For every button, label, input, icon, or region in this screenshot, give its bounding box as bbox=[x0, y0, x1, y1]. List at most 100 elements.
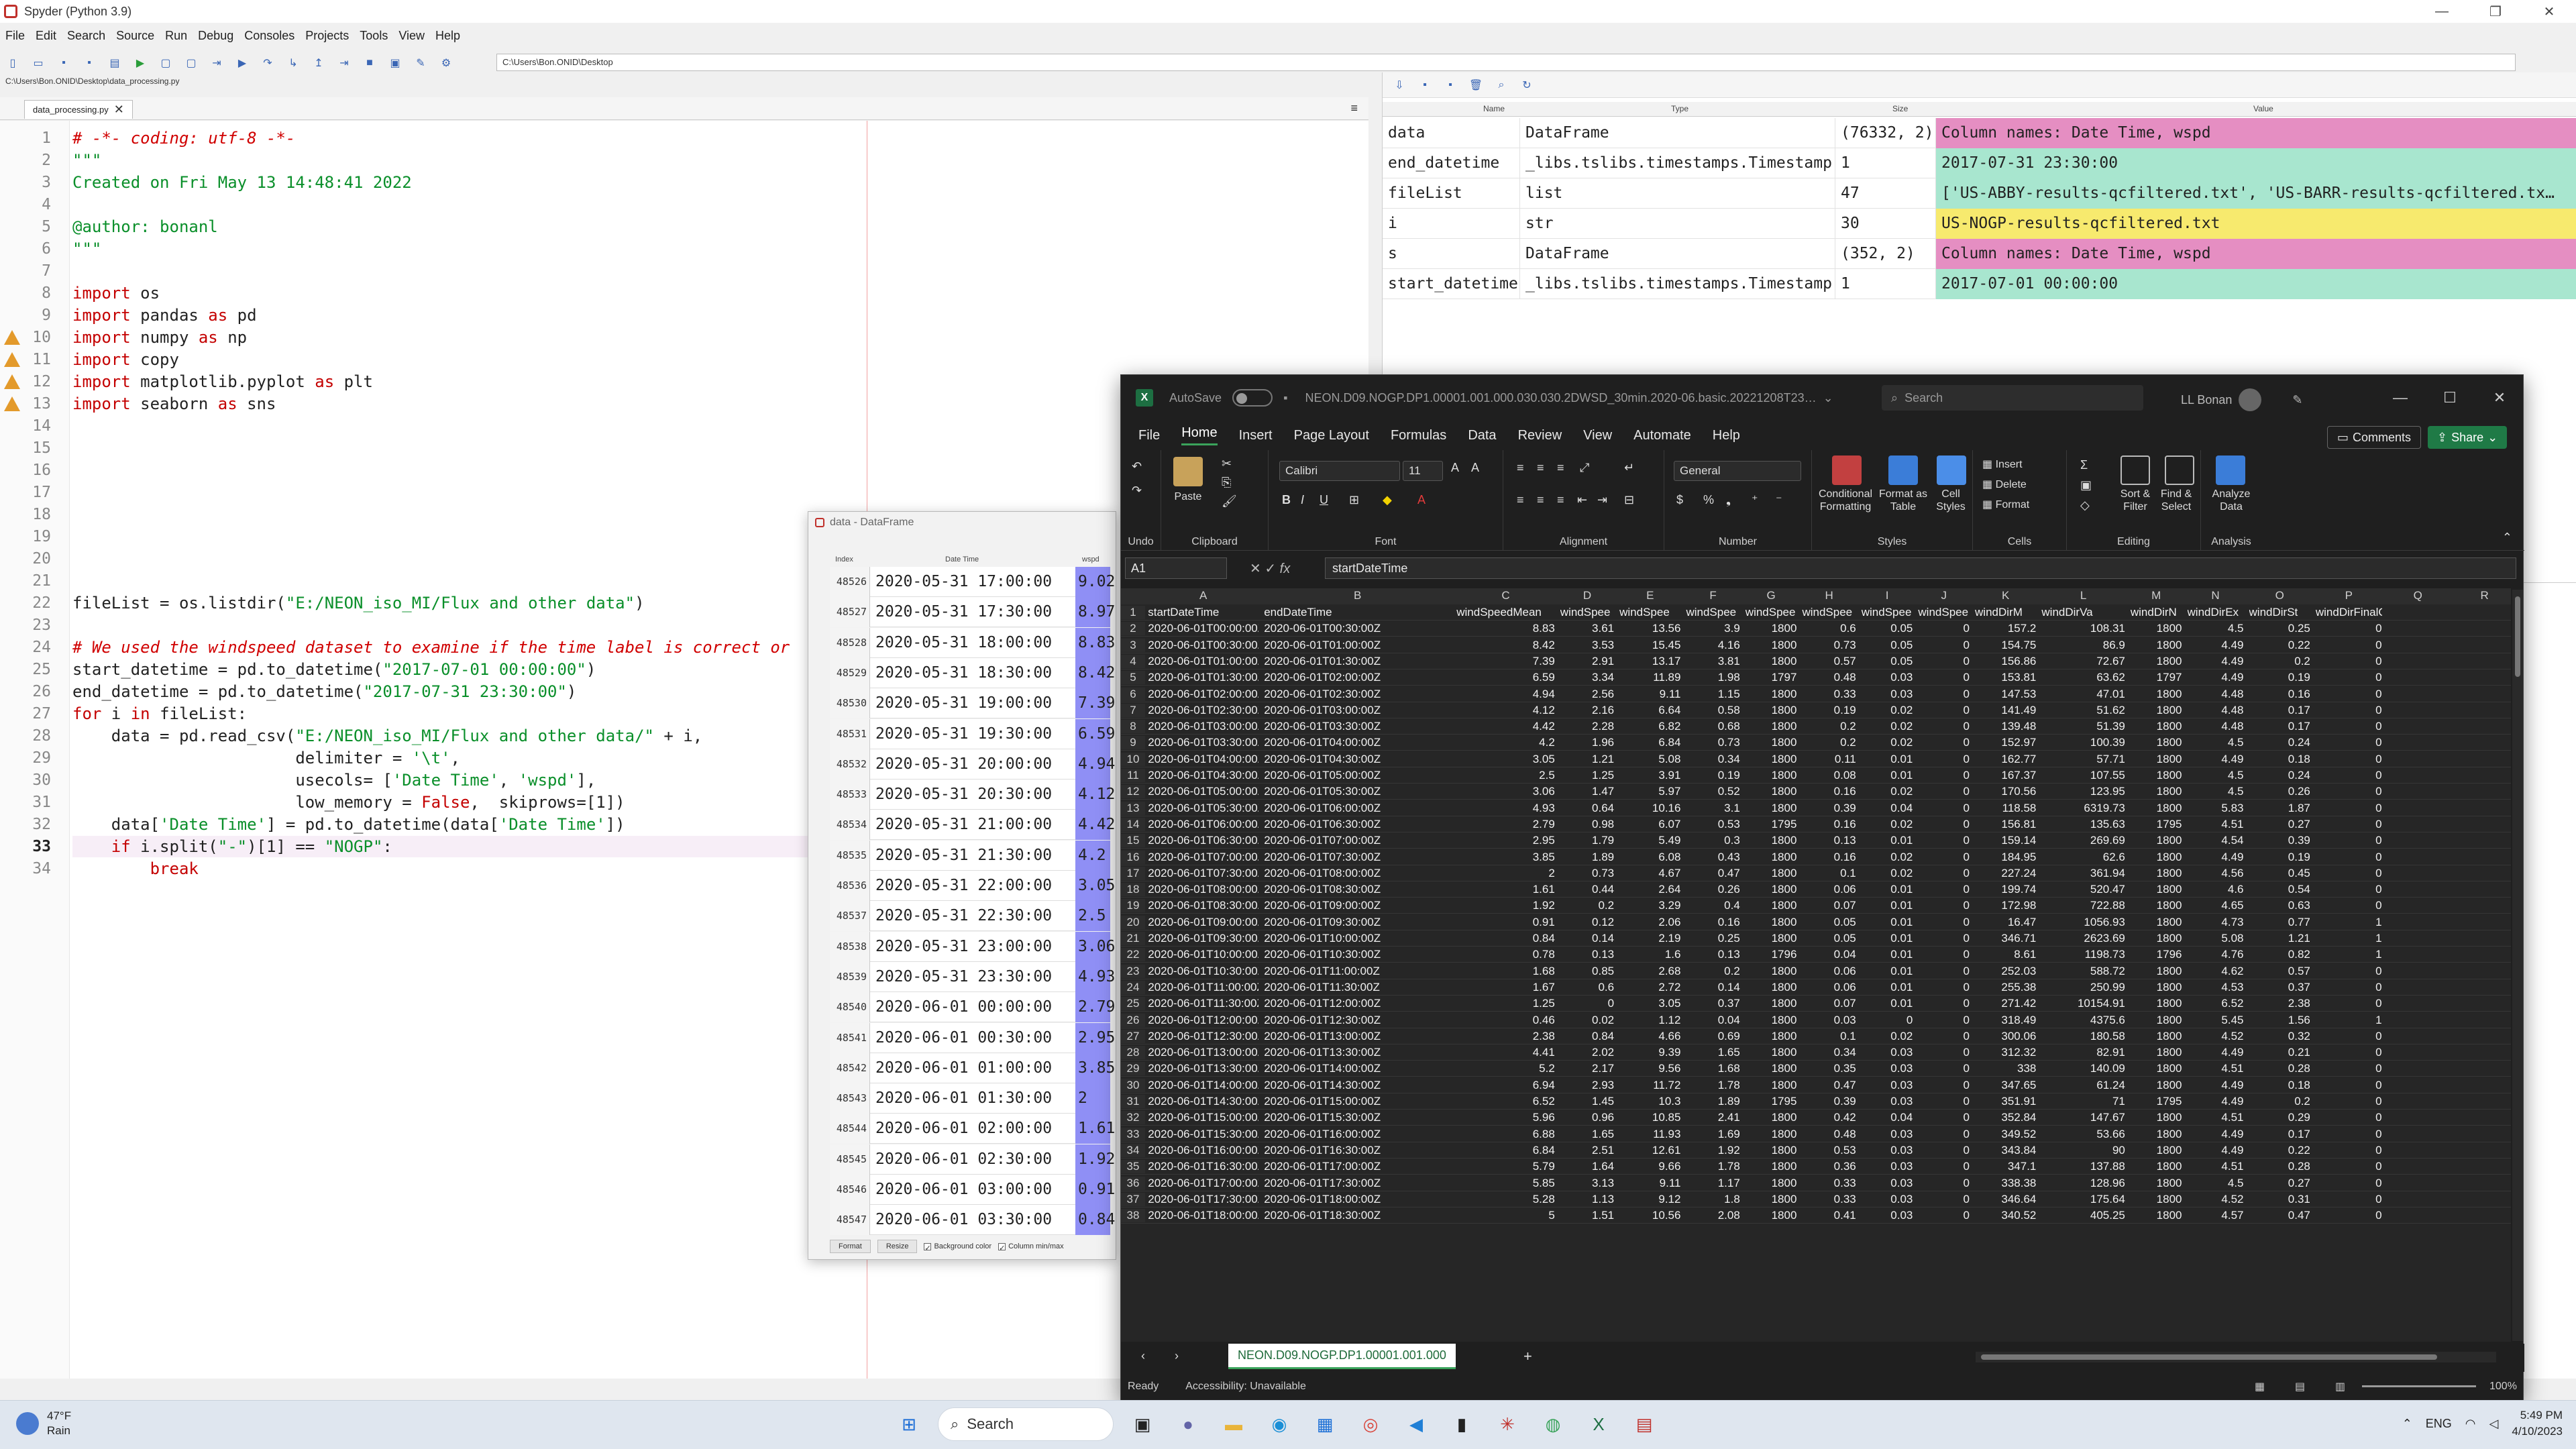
table-row[interactable]: 3 2020-06-01T00:30:00Z 2020-06-01T01:00:00… bbox=[1121, 637, 2511, 653]
autosum-icon[interactable]: Σ bbox=[2080, 458, 2088, 472]
table-row[interactable]: 29 2020-06-01T13:30:00Z 2020-06-01T14:00:0… bbox=[1121, 1061, 2511, 1077]
table-cell[interactable]: 1800 bbox=[1746, 1177, 1797, 1190]
zoom-slider[interactable] bbox=[2362, 1385, 2476, 1387]
table-row[interactable]: 18 2020-06-01T08:00:00Z 2020-06-01T08:30:0… bbox=[1121, 881, 2511, 898]
table-cell[interactable]: 2.38 bbox=[1456, 1030, 1555, 1043]
table-cell[interactable]: 63.62 bbox=[2041, 671, 2125, 684]
table-cell[interactable]: windSpeedMean bbox=[1456, 606, 1555, 619]
table-cell[interactable]: 135.63 bbox=[2041, 818, 2125, 831]
column-header[interactable]: E bbox=[1617, 589, 1683, 602]
table-cell[interactable]: 3.85 bbox=[1456, 851, 1555, 864]
table-cell[interactable]: 0 bbox=[2316, 785, 2381, 798]
python-path-icon[interactable]: ⚙ bbox=[437, 56, 455, 70]
table-cell[interactable]: 2020-06-01T17:00:00Z bbox=[1148, 1177, 1258, 1190]
formula-input[interactable]: startDateTime bbox=[1325, 557, 2516, 579]
table-cell[interactable]: 156.86 bbox=[1975, 655, 2036, 668]
table-cell[interactable]: 2020-06-01T07:00:00Z bbox=[1148, 851, 1258, 864]
preferences-icon[interactable]: ✎ bbox=[412, 56, 429, 70]
table-cell[interactable]: 5.49 bbox=[1619, 834, 1680, 847]
table-cell[interactable]: 0 bbox=[2316, 704, 2381, 717]
table-cell[interactable]: 128.96 bbox=[2041, 1177, 2125, 1190]
dataframe-row[interactable]: 48539 2020-05-31 23:30:00 4.93 bbox=[830, 961, 1115, 992]
table-cell[interactable]: 62.6 bbox=[2041, 851, 2125, 864]
table-cell[interactable]: 0.06 bbox=[1802, 981, 1856, 994]
table-cell[interactable]: 0.85 bbox=[1560, 965, 1614, 978]
table-cell[interactable]: 340.52 bbox=[1975, 1209, 2036, 1222]
percent-icon[interactable]: % bbox=[1703, 493, 1714, 507]
warning-icon[interactable] bbox=[4, 352, 20, 367]
table-cell[interactable]: 1800 bbox=[1746, 688, 1797, 701]
table-row[interactable]: 35 2020-06-01T16:30:00Z 2020-06-01T17:00:0… bbox=[1121, 1159, 2511, 1175]
table-cell[interactable]: 0 bbox=[1918, 736, 1970, 749]
table-cell[interactable]: 2.17 bbox=[1560, 1062, 1614, 1075]
table-cell[interactable]: 250.99 bbox=[2041, 981, 2125, 994]
table-cell[interactable]: 1800 bbox=[2131, 720, 2182, 733]
table-cell[interactable]: 0 bbox=[1918, 867, 1970, 880]
edge-icon[interactable]: ◉ bbox=[1263, 1407, 1296, 1441]
table-cell[interactable]: 0.47 bbox=[1686, 867, 1740, 880]
table-cell[interactable]: 2.64 bbox=[1619, 883, 1680, 896]
table-cell[interactable]: 0 bbox=[1918, 1079, 1970, 1092]
table-cell[interactable]: 0.73 bbox=[1560, 867, 1614, 880]
table-cell[interactable]: 2020-06-01T03:00:00Z bbox=[1264, 704, 1451, 717]
variable-row[interactable]: end_datetime _libs.tslibs.timestamps.Time… bbox=[1383, 148, 2576, 178]
row-number[interactable]: 38 bbox=[1121, 1209, 1145, 1223]
col-date-time[interactable]: Date Time bbox=[945, 555, 979, 564]
ribbon-tab[interactable]: Formulas bbox=[1391, 428, 1446, 443]
format-button[interactable]: Format bbox=[830, 1240, 871, 1253]
table-row[interactable]: 25 2020-06-01T11:30:00Z 2020-06-01T12:00:0… bbox=[1121, 996, 2511, 1012]
table-cell[interactable]: 1800 bbox=[2131, 997, 2182, 1010]
table-cell[interactable]: 0.2 bbox=[2249, 1095, 2310, 1108]
table-cell[interactable]: 300.06 bbox=[1975, 1030, 2036, 1043]
table-cell[interactable]: 154.75 bbox=[1975, 639, 2036, 652]
row-number[interactable]: 28 bbox=[1121, 1046, 1145, 1060]
table-cell[interactable]: 0.37 bbox=[2249, 981, 2310, 994]
table-cell[interactable]: 0.19 bbox=[1686, 769, 1740, 782]
table-cell[interactable]: 2.28 bbox=[1560, 720, 1614, 733]
table-cell[interactable]: 6.07 bbox=[1619, 818, 1680, 831]
cut-icon[interactable]: ✂ bbox=[1222, 457, 1232, 471]
warning-icon[interactable] bbox=[4, 374, 20, 389]
table-cell[interactable]: 4.51 bbox=[2188, 1111, 2243, 1124]
table-cell[interactable]: 1.17 bbox=[1686, 1177, 1740, 1190]
increase-decimal-icon[interactable]: ⁺ bbox=[1752, 493, 1758, 507]
table-cell[interactable]: 4.49 bbox=[2188, 655, 2243, 668]
table-cell[interactable]: 11.89 bbox=[1619, 671, 1680, 684]
table-cell[interactable]: windSpee bbox=[1802, 606, 1856, 619]
col-size[interactable]: Size bbox=[1892, 104, 1908, 113]
table-cell[interactable]: 2020-06-01T11:30:00Z bbox=[1264, 981, 1451, 994]
table-cell[interactable]: 1.65 bbox=[1686, 1046, 1740, 1059]
table-cell[interactable]: 2020-06-01T17:00:00Z bbox=[1264, 1160, 1451, 1173]
font-color-icon[interactable]: A bbox=[1417, 493, 1426, 507]
fx-icon[interactable]: ✕ ✓ fx bbox=[1250, 560, 1290, 577]
resize-button[interactable]: Resize bbox=[877, 1240, 918, 1253]
table-cell[interactable]: 0.05 bbox=[1862, 639, 1913, 652]
table-cell[interactable]: 1.21 bbox=[2249, 932, 2310, 945]
table-cell[interactable]: 2020-06-01T03:30:00Z bbox=[1264, 720, 1451, 733]
table-cell[interactable]: 0.91 bbox=[1456, 916, 1555, 929]
taskbar-search[interactable]: ⌕ Search bbox=[938, 1407, 1114, 1441]
table-cell[interactable]: 0 bbox=[2316, 1046, 2381, 1059]
table-cell[interactable]: 0.82 bbox=[2249, 948, 2310, 961]
table-cell[interactable]: 1.69 bbox=[1686, 1128, 1740, 1141]
table-cell[interactable]: 3.13 bbox=[1560, 1177, 1614, 1190]
run-cell-icon[interactable]: ▢ bbox=[157, 56, 174, 70]
table-cell[interactable]: 0.2 bbox=[1802, 720, 1856, 733]
table-cell[interactable]: 0.03 bbox=[1862, 671, 1913, 684]
table-cell[interactable]: 1795 bbox=[1746, 818, 1797, 831]
table-cell[interactable]: 0.03 bbox=[1862, 1193, 1913, 1206]
table-row[interactable]: 26 2020-06-01T12:00:00Z 2020-06-01T12:30:0… bbox=[1121, 1012, 2511, 1028]
table-cell[interactable]: 0.19 bbox=[2249, 671, 2310, 684]
table-cell[interactable]: 11.72 bbox=[1619, 1079, 1680, 1092]
table-cell[interactable]: 4.49 bbox=[2188, 1095, 2243, 1108]
table-cell[interactable]: 2020-06-01T16:30:00Z bbox=[1264, 1144, 1451, 1157]
table-cell[interactable]: windSpee bbox=[1746, 606, 1797, 619]
table-cell[interactable]: windSpee bbox=[1918, 606, 1970, 619]
table-cell[interactable]: 0.34 bbox=[1802, 1046, 1856, 1059]
table-cell[interactable]: 1800 bbox=[1746, 834, 1797, 847]
minimize-button[interactable]: — bbox=[2375, 375, 2425, 421]
table-row[interactable]: 4 2020-06-01T01:00:00Z 2020-06-01T01:30:00… bbox=[1121, 653, 2511, 669]
ribbon-tab[interactable]: Review bbox=[1518, 428, 1562, 443]
menu-item[interactable]: View bbox=[393, 29, 430, 43]
table-cell[interactable]: 1800 bbox=[2131, 688, 2182, 701]
